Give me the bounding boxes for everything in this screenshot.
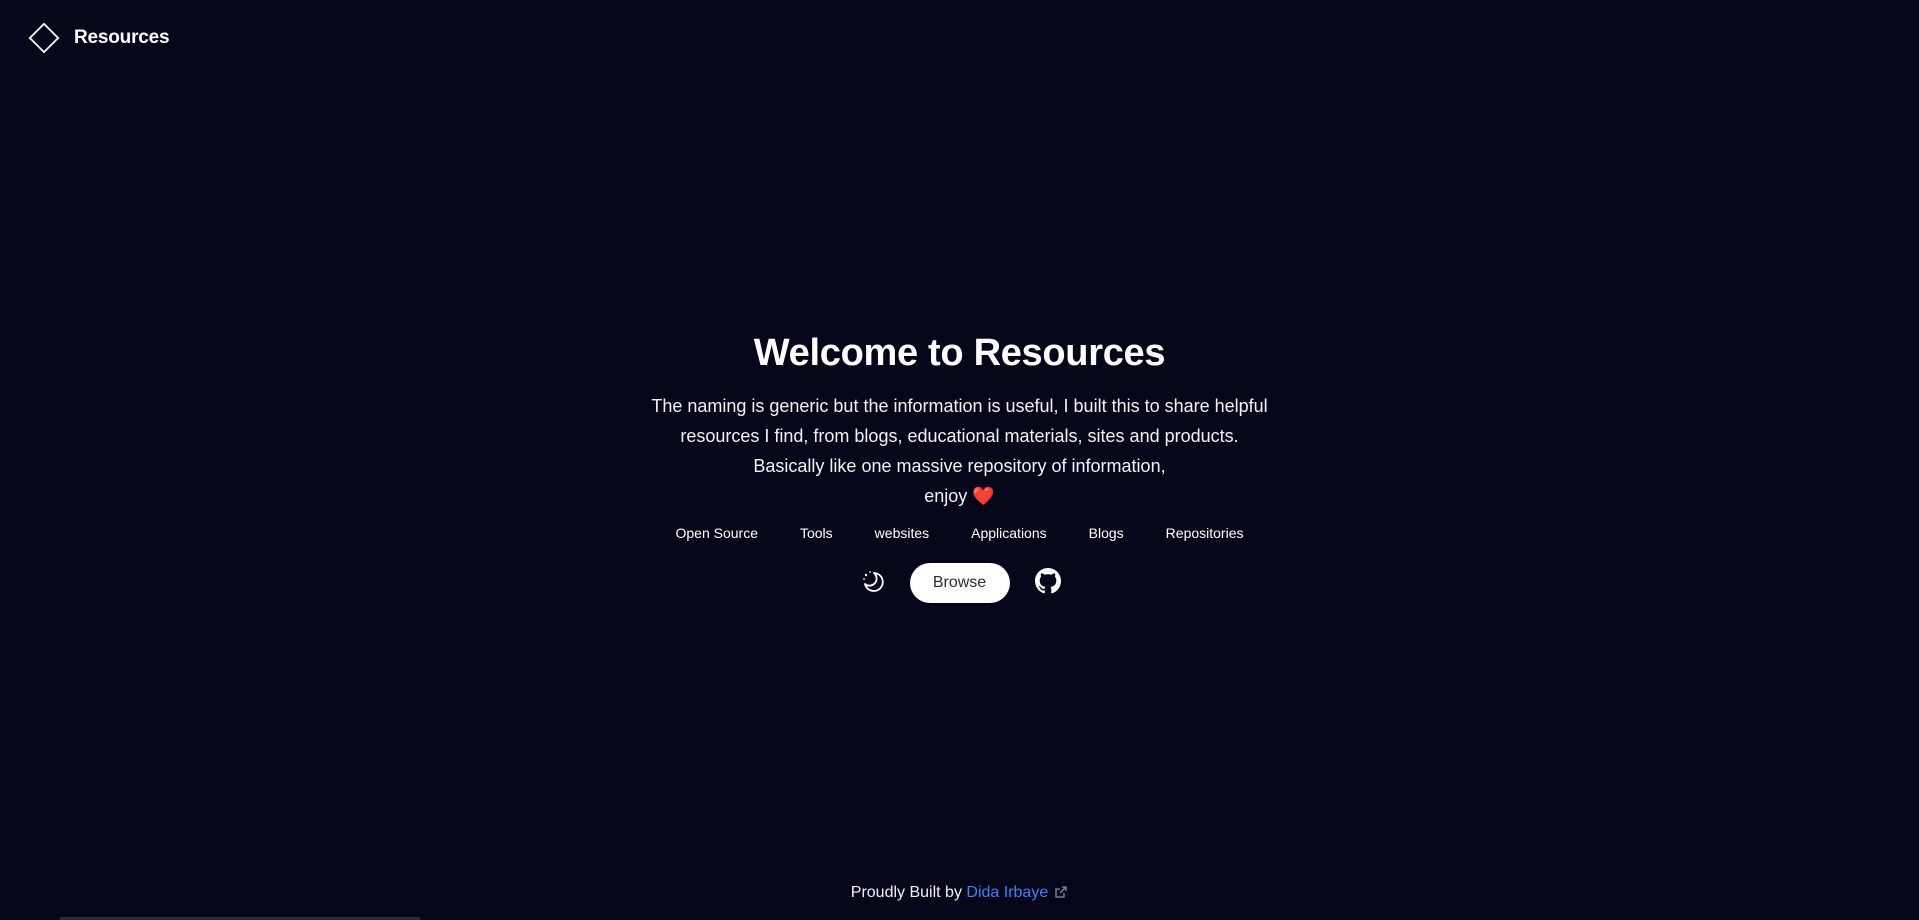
category-link-repositories[interactable]: Repositories — [1166, 525, 1244, 541]
theme-toggle-button[interactable] — [856, 567, 888, 599]
author-name: Dida Irbaye — [966, 884, 1049, 901]
category-link-websites[interactable]: websites — [875, 525, 929, 541]
browse-button[interactable]: Browse — [909, 563, 1010, 603]
brand-name: Resources — [74, 27, 170, 48]
category-link-blogs[interactable]: Blogs — [1089, 525, 1124, 541]
author-link[interactable]: Dida Irbaye — [966, 884, 1068, 901]
category-link-open-source[interactable]: Open Source — [675, 525, 758, 541]
github-icon — [1034, 567, 1061, 599]
category-nav: Open Source Tools websites Applications … — [0, 525, 1919, 541]
description-line-last: enjoy ❤️ — [0, 481, 1919, 511]
external-link-icon — [1054, 885, 1068, 904]
hero-actions: Browse — [0, 563, 1919, 603]
github-link[interactable] — [1032, 567, 1064, 599]
description-line: resources I find, from blogs, educationa… — [680, 426, 1239, 446]
description-line: Basically like one massive repository of… — [753, 456, 1166, 476]
category-link-tools[interactable]: Tools — [800, 525, 833, 541]
page: Resources Welcome to Resources The namin… — [0, 0, 1919, 920]
footer-prefix: Proudly Built by — [850, 884, 967, 901]
enjoy-text: enjoy — [924, 486, 968, 506]
page-title: Welcome to Resources — [753, 332, 1166, 374]
description-line: The naming is generic but the informatio… — [651, 396, 1268, 416]
footer: Proudly Built by Dida Irbaye — [0, 884, 1919, 904]
diamond-logo-icon — [26, 20, 62, 56]
category-link-applications[interactable]: Applications — [971, 525, 1047, 541]
brand-link[interactable]: Resources — [26, 20, 170, 56]
hero-section: Welcome to Resources The naming is gener… — [0, 325, 1919, 603]
heart-icon: ❤️ — [972, 486, 995, 506]
hero-description: The naming is generic but the informatio… — [0, 391, 1919, 511]
moon-sparkle-icon — [859, 568, 885, 599]
